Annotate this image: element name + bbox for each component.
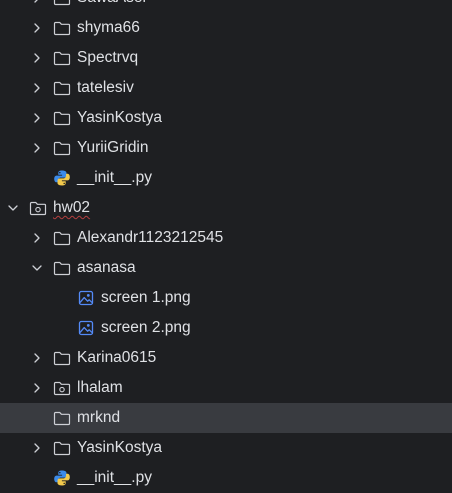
chevron-right-icon[interactable]	[31, 112, 43, 124]
tree-item-screen-1-png[interactable]: screen 1.png	[0, 283, 452, 313]
folder-icon	[53, 50, 71, 66]
chevron-right-icon[interactable]	[31, 142, 43, 154]
tree-item-init-py[interactable]: __init__.py	[0, 463, 452, 493]
tree-item-yasinkostya[interactable]: YasinKostya	[0, 433, 452, 463]
tree-item-label: asanasa	[77, 259, 136, 276]
tree-item-asanasa[interactable]: asanasa	[0, 253, 452, 283]
tree-item-label: Karina0615	[77, 349, 157, 366]
python-file-icon	[53, 170, 71, 186]
tree-item-tatelesiv[interactable]: tatelesiv	[0, 73, 452, 103]
folder-icon	[53, 440, 71, 456]
tree-item-hw02[interactable]: hw02	[0, 193, 452, 223]
chevron-right-icon[interactable]	[31, 352, 43, 364]
python-file-icon	[53, 470, 71, 486]
tree-item-spectrvq[interactable]: Spectrvq	[0, 43, 452, 73]
folder-icon	[53, 410, 71, 426]
folder-icon	[53, 140, 71, 156]
tree-item-label: tatelesiv	[77, 79, 134, 96]
package-folder-icon	[53, 380, 71, 396]
tree-item-label: __init__.py	[77, 469, 152, 486]
tree-item-screen-2-png[interactable]: screen 2.png	[0, 313, 452, 343]
image-file-icon	[77, 320, 95, 336]
chevron-right-icon[interactable]	[31, 442, 43, 454]
folder-icon	[53, 110, 71, 126]
tree-item-label: Alexandr1123212545	[77, 229, 224, 246]
folder-icon	[53, 80, 71, 96]
folder-icon	[53, 0, 71, 6]
tree-item-alexandr1123212545[interactable]: Alexandr1123212545	[0, 223, 452, 253]
tree-item-label: mrknd	[77, 409, 121, 426]
chevron-down-icon[interactable]	[7, 202, 19, 214]
tree-item-label: lhalam	[77, 379, 123, 396]
chevron-right-icon[interactable]	[31, 232, 43, 244]
chevron-down-icon[interactable]	[31, 262, 43, 274]
image-file-icon	[77, 290, 95, 306]
tree-item-label: Spectrvq	[77, 49, 139, 66]
tree-item-label: screen 2.png	[101, 319, 191, 336]
tree-item-lhalam[interactable]: lhalam	[0, 373, 452, 403]
chevron-right-icon[interactable]	[31, 0, 43, 4]
tree-item-label: screen 1.png	[101, 289, 191, 306]
folder-icon	[53, 350, 71, 366]
folder-icon	[53, 20, 71, 36]
folder-icon	[53, 230, 71, 246]
tree-item-label: YuriiGridin	[77, 139, 149, 156]
tree-item-label: shyma66	[77, 19, 140, 36]
chevron-right-icon[interactable]	[31, 382, 43, 394]
tree-item-label: __init__.py	[77, 169, 152, 186]
package-folder-icon	[29, 200, 47, 216]
project-tree: SawaAsel shyma66 Spectrvq tatelesiv YasinKos…	[0, 0, 452, 493]
tree-item-mrknd[interactable]: mrknd	[0, 403, 452, 433]
tree-item-yuriigridin[interactable]: YuriiGridin	[0, 133, 452, 163]
tree-item-sawaasel[interactable]: SawaAsel	[0, 0, 452, 13]
folder-icon	[53, 260, 71, 276]
tree-item-label: hw02	[53, 199, 91, 216]
tree-item-shyma66[interactable]: shyma66	[0, 13, 452, 43]
tree-item-karina0615[interactable]: Karina0615	[0, 343, 452, 373]
chevron-right-icon[interactable]	[31, 82, 43, 94]
tree-item-label: SawaAsel	[77, 0, 146, 8]
tree-item-init-py[interactable]: __init__.py	[0, 163, 452, 193]
tree-item-yasinkostya[interactable]: YasinKostya	[0, 103, 452, 133]
chevron-right-icon[interactable]	[31, 52, 43, 64]
tree-item-label: YasinKostya	[77, 439, 163, 456]
chevron-right-icon[interactable]	[31, 22, 43, 34]
tree-item-label: YasinKostya	[77, 109, 163, 126]
